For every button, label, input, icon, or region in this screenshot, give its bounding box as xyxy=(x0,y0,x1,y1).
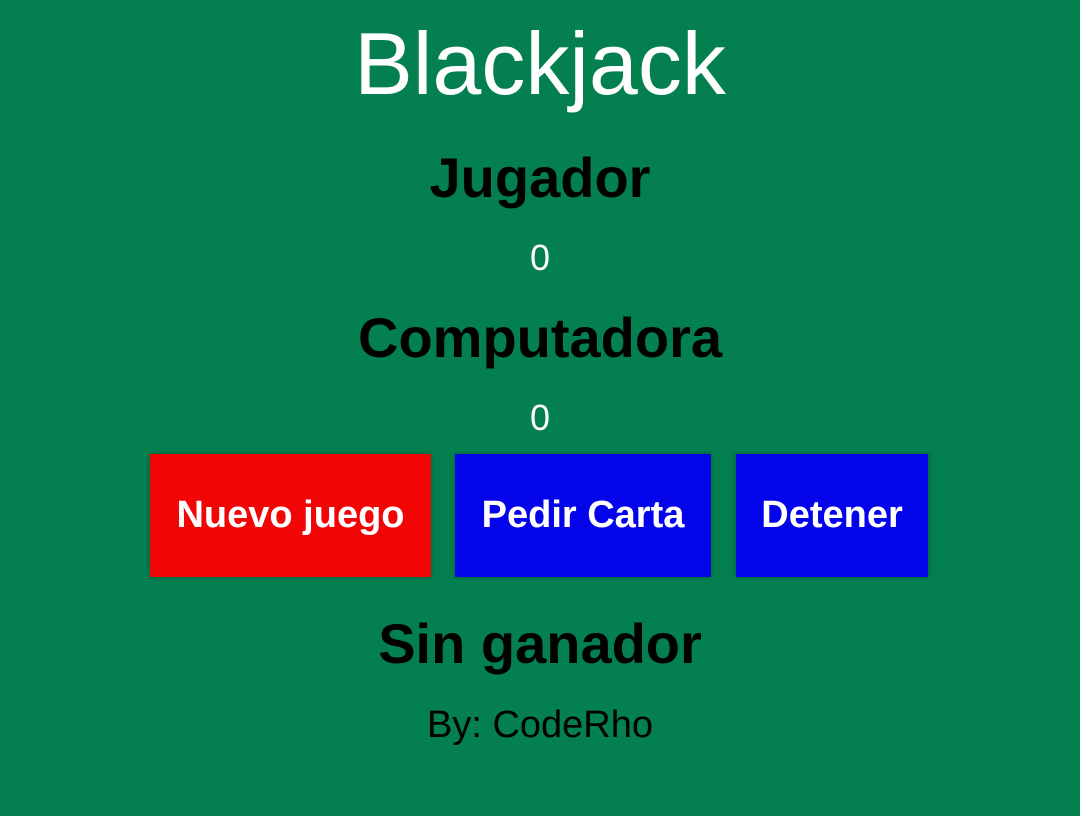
computer-score: 0 xyxy=(529,397,551,438)
player-heading: Jugador xyxy=(429,146,651,209)
blackjack-app: Blackjack Jugador 0 Computadora 0 Nuevo … xyxy=(0,0,1080,816)
computer-heading: Computadora xyxy=(358,306,722,369)
new-game-button[interactable]: Nuevo juego xyxy=(150,454,431,577)
player-score: 0 xyxy=(529,237,551,278)
hit-button[interactable]: Pedir Carta xyxy=(455,454,711,577)
game-title: Blackjack xyxy=(354,14,726,113)
stand-button[interactable]: Detener xyxy=(736,454,928,577)
author-byline: By: CodeRho xyxy=(426,704,653,746)
game-result: Sin ganador xyxy=(378,612,702,675)
